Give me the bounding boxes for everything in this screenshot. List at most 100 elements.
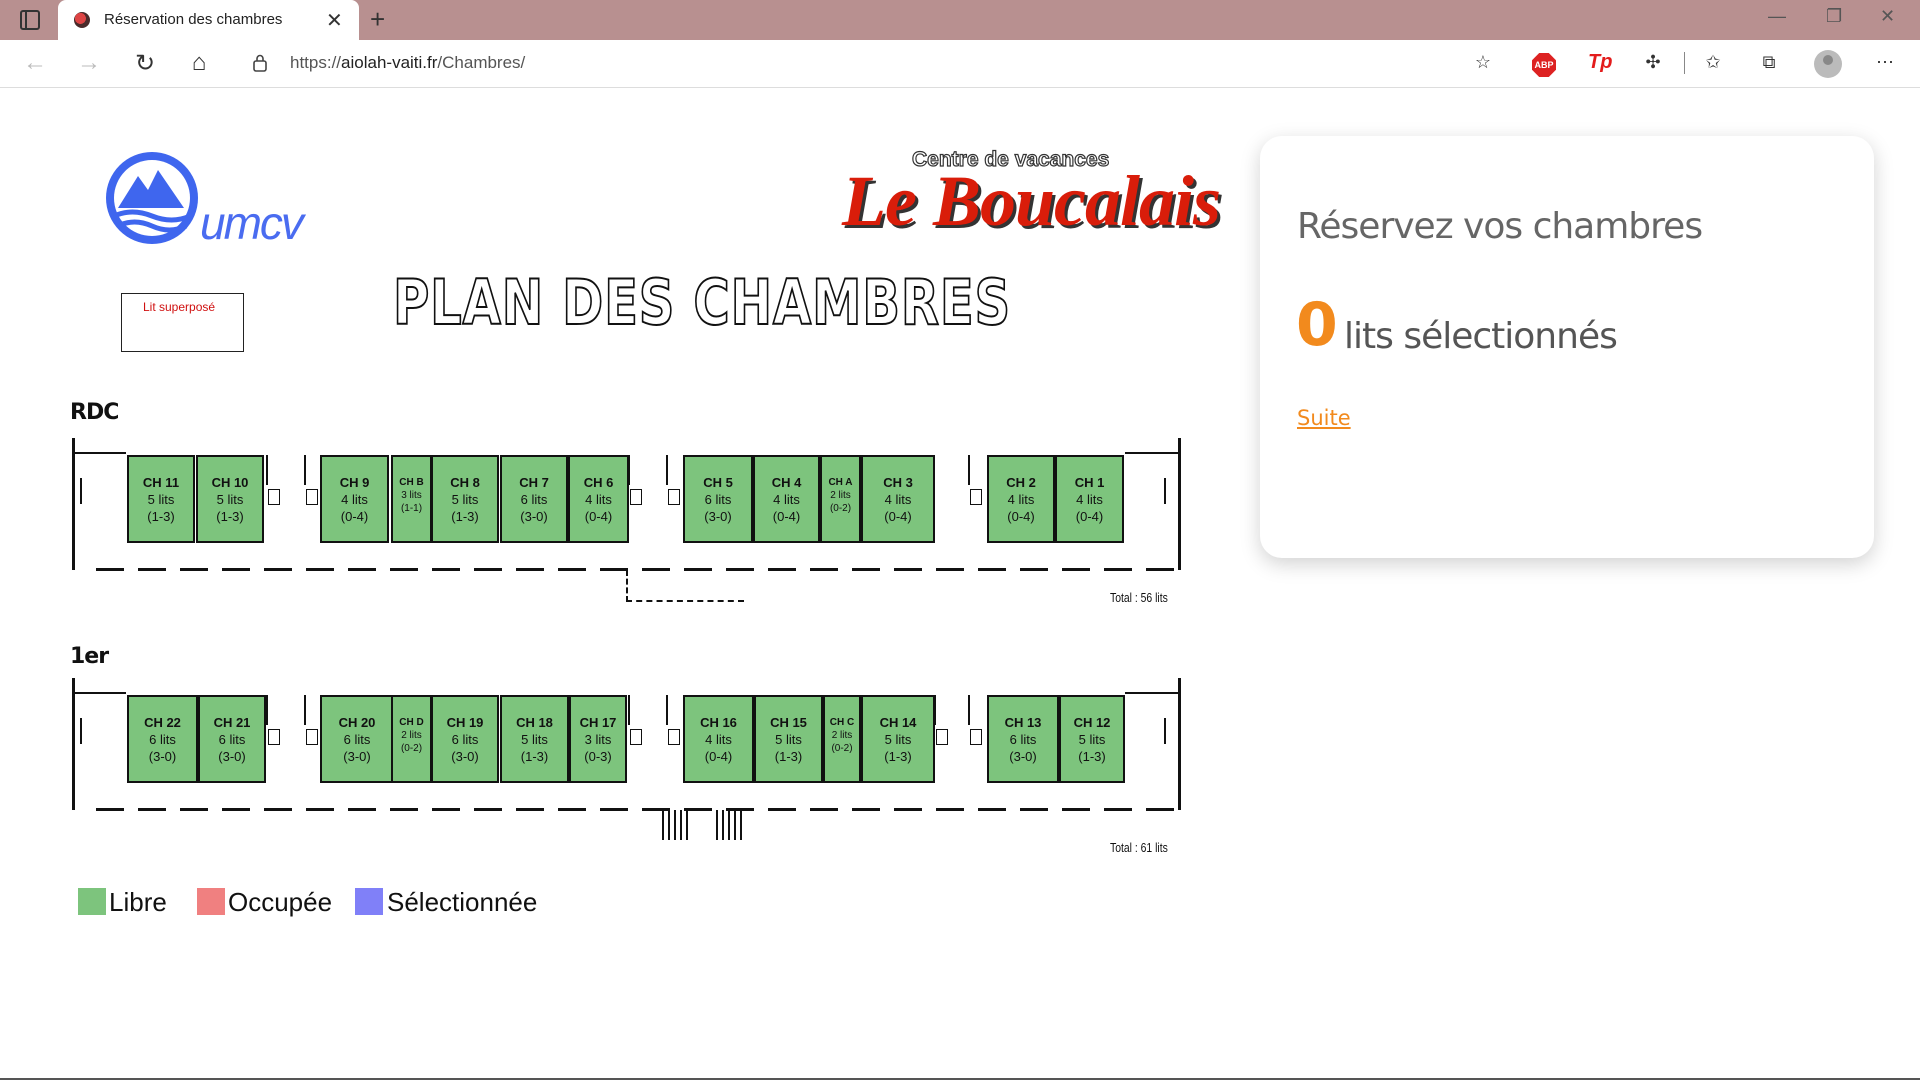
- corridor-wall-segment: [978, 808, 1006, 811]
- url-text[interactable]: https://aiolah-vaiti.fr/Chambres/: [290, 53, 525, 73]
- room-config: (3-0): [148, 749, 177, 764]
- room-name: CH 8: [450, 475, 480, 490]
- tab-actions-icon[interactable]: [20, 10, 40, 30]
- legend-swatch-occupee: [197, 888, 225, 915]
- sanitary-block: [668, 489, 680, 505]
- restore-icon[interactable]: ❐: [1826, 6, 1842, 27]
- room-name: CH 21: [213, 715, 251, 730]
- corridor-wall-segment: [138, 568, 166, 571]
- home-icon[interactable]: ⌂: [184, 49, 214, 77]
- room-name: CH 9: [339, 475, 370, 490]
- room-ch-1[interactable]: CH 1 4 lits (0-4): [1055, 455, 1124, 543]
- forward-icon[interactable]: →: [74, 49, 104, 77]
- room-ch-20[interactable]: CH 20 6 lits (3-0): [320, 695, 394, 783]
- back-icon[interactable]: ←: [20, 49, 50, 77]
- room-ch-15[interactable]: CH 15 5 lits (1-3): [754, 695, 823, 783]
- sanitary-divider: [266, 455, 268, 485]
- lock-icon[interactable]: [253, 54, 267, 72]
- room-name: CH 15: [770, 715, 807, 730]
- collections-icon[interactable]: ⧉: [1756, 52, 1782, 76]
- corridor-wall-segment: [1146, 808, 1174, 811]
- corridor-wall-segment: [222, 808, 250, 811]
- room-config: (1-3): [520, 749, 549, 764]
- corridor-wall-segment: [390, 808, 418, 811]
- room-name: CH 5: [703, 475, 733, 490]
- room-ch-8[interactable]: CH 8 5 lits (1-3): [431, 455, 499, 543]
- room-config: (0-4): [772, 509, 801, 524]
- room-ch-7[interactable]: CH 7 6 lits (3-0): [500, 455, 568, 543]
- tab-favicon-icon: [74, 12, 90, 28]
- stairs-icon: [662, 810, 690, 840]
- room-ch-18[interactable]: CH 18 5 lits (1-3): [500, 695, 569, 783]
- corridor-wall-segment: [894, 808, 922, 811]
- room-ch-14[interactable]: CH 14 5 lits (1-3): [861, 695, 935, 783]
- room-ch-2[interactable]: CH 2 4 lits (0-4): [987, 455, 1055, 543]
- umcv-logo-icon: [106, 152, 198, 244]
- room-name: CH 22: [144, 715, 181, 730]
- room-ch-10[interactable]: CH 10 5 lits (1-3): [196, 455, 264, 543]
- minimize-icon[interactable]: —: [1768, 6, 1786, 27]
- sanitary-divider: [968, 455, 970, 485]
- room-config: (0-2): [831, 743, 853, 754]
- le-boucalais-logo: Le Boucalais: [842, 161, 1221, 241]
- room-ch-c[interactable]: CH C 2 lits (0-2): [823, 695, 861, 783]
- sanitary-divider: [666, 695, 668, 725]
- new-tab-icon[interactable]: +: [370, 4, 385, 35]
- room-name: CH B: [399, 477, 424, 488]
- room-ch-11[interactable]: CH 11 5 lits (1-3): [127, 455, 195, 543]
- corridor-wall-segment: [936, 568, 964, 571]
- room-ch-9[interactable]: CH 9 4 lits (0-4): [320, 455, 389, 543]
- room-ch-12[interactable]: CH 12 5 lits (1-3): [1059, 695, 1125, 783]
- room-ch-3[interactable]: CH 3 4 lits (0-4): [861, 455, 935, 543]
- room-beds: 6 lits: [451, 732, 479, 747]
- room-beds: 6 lits: [218, 732, 246, 747]
- room-beds: 4 lits: [1007, 492, 1035, 507]
- room-ch-a[interactable]: CH A 2 lits (0-2): [820, 455, 861, 543]
- add-favorite-icon[interactable]: ☆: [1470, 52, 1496, 76]
- room-beds: 6 lits: [343, 732, 371, 747]
- room-ch-21[interactable]: CH 21 6 lits (3-0): [198, 695, 266, 783]
- room-ch-16[interactable]: CH 16 4 lits (0-4): [683, 695, 754, 783]
- room-ch-5[interactable]: CH 5 6 lits (3-0): [683, 455, 753, 543]
- favorites-icon[interactable]: ✩: [1700, 52, 1726, 76]
- stair-right-icon: [1164, 718, 1166, 744]
- room-config: (0-2): [400, 743, 423, 754]
- legend-swatch-selectionnee: [355, 888, 383, 915]
- corridor-wall-segment: [138, 808, 166, 811]
- room-ch-19[interactable]: CH 19 6 lits (3-0): [431, 695, 499, 783]
- corridor-wall-segment: [558, 568, 586, 571]
- room-ch-17[interactable]: CH 17 3 lits (0-3): [569, 695, 627, 783]
- suite-link[interactable]: Suite: [1297, 406, 1351, 430]
- room-ch-6[interactable]: CH 6 4 lits (0-4): [568, 455, 629, 543]
- room-name: CH 1: [1074, 475, 1105, 490]
- room-name: CH 20: [338, 715, 376, 730]
- room-beds: 4 lits: [773, 492, 800, 507]
- room-ch-22[interactable]: CH 22 6 lits (3-0): [127, 695, 198, 783]
- reload-icon[interactable]: ↻: [130, 49, 160, 78]
- stair-left-icon: [80, 478, 82, 504]
- room-config: (3-0): [520, 509, 548, 524]
- extensions-icon[interactable]: ✣: [1640, 52, 1666, 76]
- room-ch-13[interactable]: CH 13 6 lits (3-0): [987, 695, 1059, 783]
- tab-close-icon[interactable]: ✕: [326, 8, 343, 33]
- corridor-wall-segment: [852, 568, 880, 571]
- close-window-icon[interactable]: ✕: [1880, 6, 1895, 27]
- corridor-wall-segment: [348, 568, 376, 571]
- room-ch-d[interactable]: CH D 2 lits (0-2): [391, 695, 432, 783]
- room-ch-b[interactable]: CH B 3 lits (1-1): [391, 455, 432, 543]
- room-name: CH 2: [1006, 475, 1036, 490]
- room-beds: 5 lits: [775, 732, 802, 747]
- corridor-wall-segment: [474, 808, 502, 811]
- room-config: (0-2): [829, 503, 852, 514]
- tp-extension-icon[interactable]: Tp: [1588, 51, 1612, 74]
- room-beds: 2 lits: [401, 730, 422, 741]
- room-ch-4[interactable]: CH 4 4 lits (0-4): [753, 455, 820, 543]
- corridor-wall-segment: [222, 568, 250, 571]
- corridor-wall-segment: [894, 568, 922, 571]
- profile-avatar[interactable]: [1814, 50, 1842, 78]
- room-config: (0-3): [584, 749, 612, 764]
- sanitary-divider: [304, 695, 306, 725]
- more-menu-icon[interactable]: ⋯: [1872, 52, 1898, 76]
- toolbar-divider: [1684, 52, 1685, 74]
- room-beds: 3 lits: [401, 490, 422, 501]
